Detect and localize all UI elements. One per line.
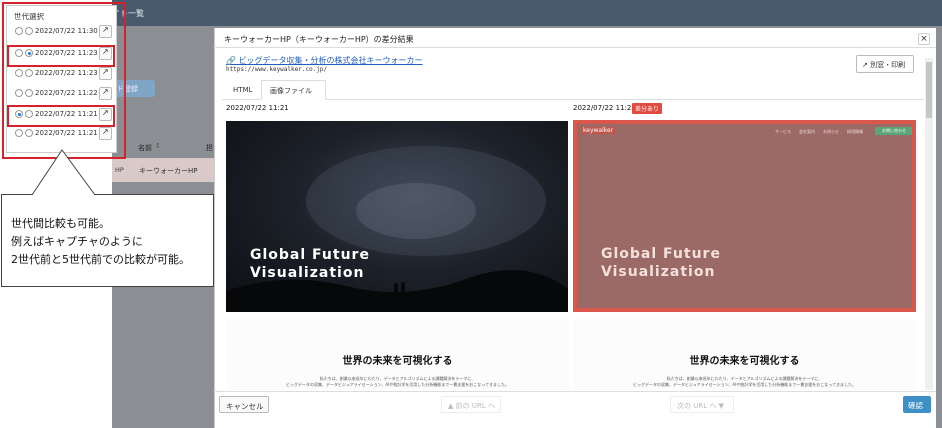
tabs-divider (222, 99, 924, 100)
callout-line: 2世代前と5世代前での比較が可能。 (11, 253, 190, 266)
site-nav-item: 会社案内 (799, 129, 815, 134)
site-nav-item: 採用情報 (847, 129, 863, 134)
tab-image-file[interactable]: 画像ファイル (261, 80, 326, 100)
site-link[interactable]: 🔗 ビッグデータ収集・分析の株式会社キーウォーカー (226, 55, 423, 66)
callout-line: 例えばキャプチャのように (11, 235, 143, 248)
highlight-box-selected-new (7, 45, 115, 67)
diff-badge: 差分あり (632, 103, 663, 114)
hero-text-line: Visualization (250, 265, 365, 281)
cancel-button[interactable]: キャンセル (219, 396, 269, 413)
row-site-name: キーウォーカーHP (139, 167, 198, 175)
screenshot-new-lower: 世界の未来を可視化する 私たちは、創業以来長年にわたり、データとアルゴリズムによ… (573, 318, 916, 390)
hero-text-line: Visualization (601, 264, 716, 280)
print-button-label: 別窓・印刷 (870, 61, 906, 69)
highlight-box-selected-old (7, 105, 115, 127)
hero-text-line: Global Future (250, 247, 370, 263)
scrollbar-thumb[interactable] (926, 62, 932, 118)
external-window-icon: ↗ (862, 61, 868, 69)
modal-divider (214, 47, 936, 48)
column-header-name[interactable]: 名前 (138, 143, 152, 153)
site-nav-item: サービス (775, 129, 791, 134)
callout-line: 世代間比較も可能。 (11, 217, 110, 230)
previous-url-button[interactable]: ▲ 前の URL へ (441, 396, 501, 413)
site-url: https://www.keywalker.co.jp/ (226, 66, 328, 73)
screenshot-old-lower: 世界の未来を可視化する 私たちは、創業以来長年にわたり、データとアルゴリズムによ… (226, 318, 569, 390)
column-header-owner: 担 (206, 144, 213, 152)
footer-divider (214, 391, 936, 392)
right-timestamp: 2022/07/22 11:23 (573, 104, 636, 112)
callout-joint (33, 194, 94, 196)
modal-title: キーウォーカーHP（キーウォーカーHP）の差分結果 (224, 35, 414, 44)
screenshot-old: Global Future Visualization (226, 121, 568, 312)
section-text: ビッグデータの収集、データビジュアライゼーション、AIや統計学を活用した分析機能… (286, 382, 509, 387)
site-contact-button: お問い合わせ (875, 127, 912, 135)
site-logo: keywalker (581, 127, 616, 134)
callout-box: 世代間比較も可能。 例えばキャプチャのように 2世代前と5世代前での比較が可能。 (1, 194, 214, 287)
screenshot-new-diff: keywalker サービス 会社案内 お知らせ 採用情報 お問い合わせ Glo… (573, 120, 916, 312)
section-heading: 世界の未来を可視化する (342, 356, 453, 367)
hero-text-line: Global Future (601, 246, 721, 262)
app-topbar: イト一覧 (0, 0, 942, 26)
highlight-box-panel (2, 2, 126, 159)
confirm-button[interactable]: 確認 (903, 396, 931, 413)
left-timestamp: 2022/07/22 11:21 (226, 104, 289, 112)
starfield-image (226, 146, 568, 312)
section-text: ビッグデータの収集、データビジュアライゼーション、AIや統計学を活用した分析機能… (633, 382, 856, 387)
sort-icon[interactable]: ↕ (155, 142, 161, 150)
next-url-button[interactable]: 次の URL へ ▼ (670, 396, 734, 413)
site-nav-item: お知らせ (823, 129, 839, 134)
print-button[interactable]: ↗ 別窓・印刷 (856, 55, 914, 73)
close-icon[interactable]: × (918, 33, 930, 45)
section-heading: 世界の未来を可視化する (689, 356, 800, 367)
tab-html[interactable]: HTML (226, 82, 261, 99)
row-hp-label: HP (115, 166, 124, 174)
